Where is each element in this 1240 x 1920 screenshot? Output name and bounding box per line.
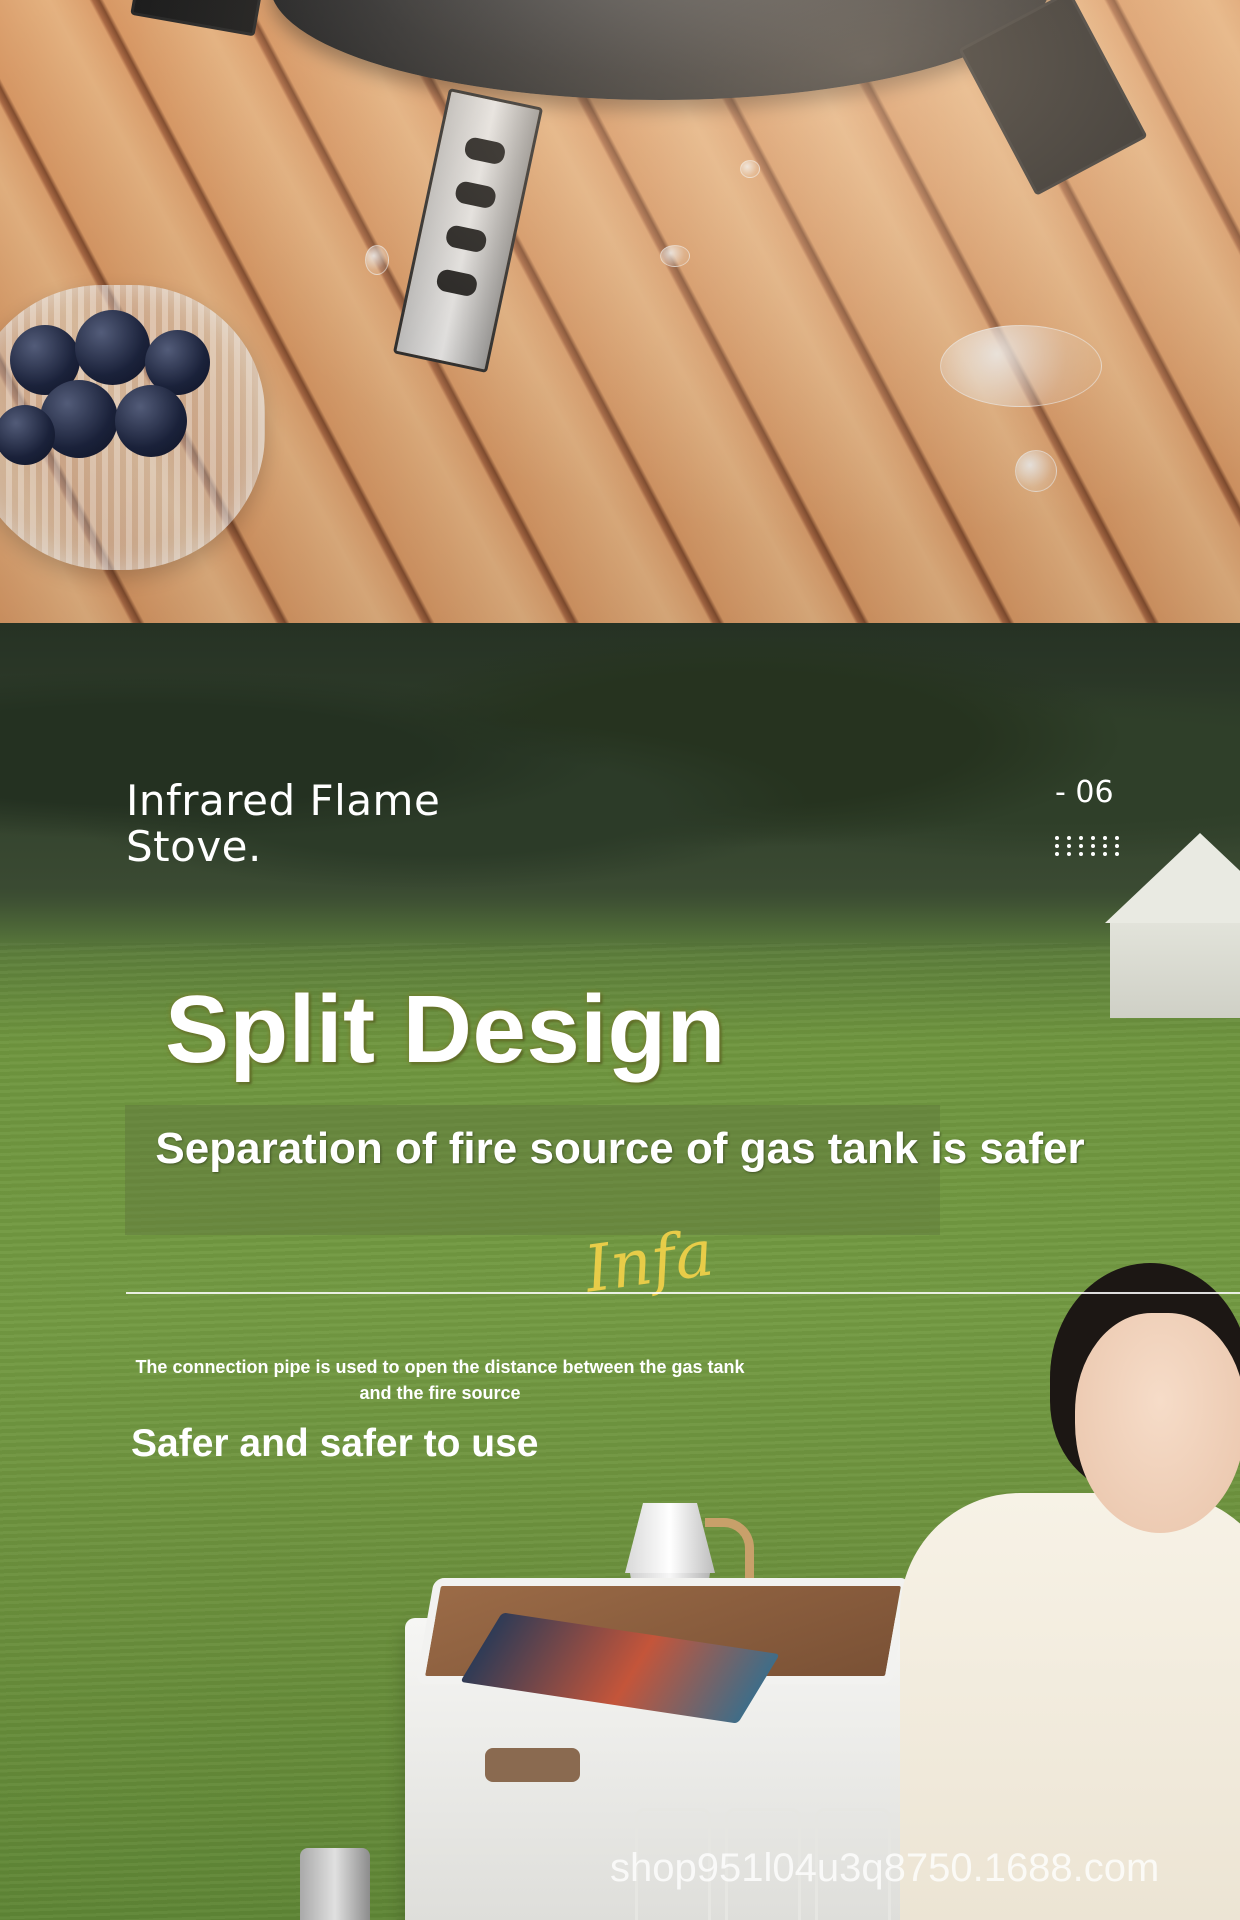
subheadline: Separation of fire source of gas tank is…: [155, 1124, 1085, 1173]
tagline: Safer and safer to use: [131, 1422, 539, 1465]
page-number: - 06: [1055, 775, 1114, 810]
section-title-line2: Stove.: [126, 822, 262, 871]
bell-tent: [1105, 833, 1240, 1063]
section-title: Infrared Flame Stove.: [126, 778, 440, 870]
headline: Split Design: [165, 976, 726, 1083]
description-text: The connection pipe is used to open the …: [135, 1357, 745, 1403]
coffee-grinder: [300, 1848, 370, 1920]
divider-line: [126, 1292, 1240, 1294]
product-photo-table: [0, 0, 1240, 623]
shop-watermark: shop951l04u3q8750.1688.com: [610, 1846, 1160, 1890]
section-title-line1: Infrared Flame: [126, 776, 441, 825]
woman-camper: [900, 1263, 1240, 1920]
dot-grid-icon: [1055, 836, 1123, 856]
